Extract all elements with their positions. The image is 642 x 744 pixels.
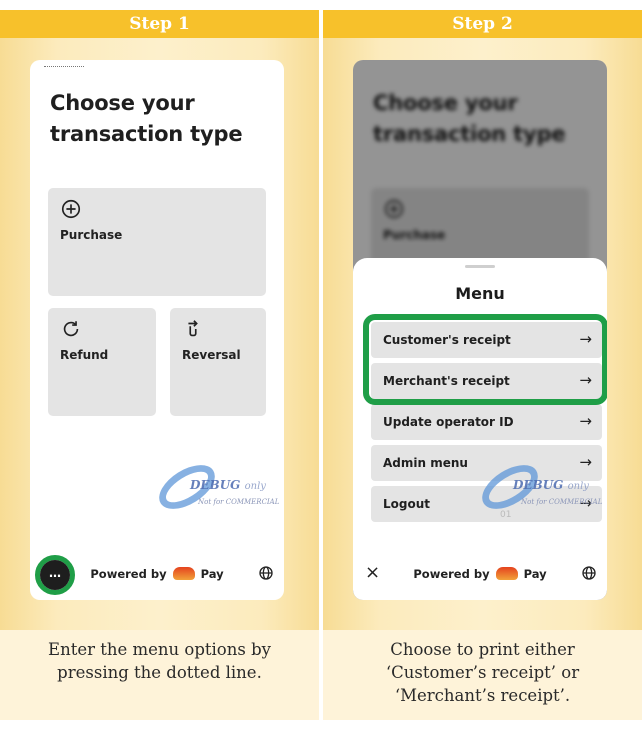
tile-refund[interactable]: Refund [48,308,156,416]
refresh-icon [63,321,79,337]
step-2-header: Step 2 [323,10,642,38]
powered-by: Powered by Pay [353,567,607,581]
debug-watermark-sub: Not for COMMERCIAL [521,498,603,506]
powered-by-prefix: Powered by [90,567,167,581]
page-title-line-1: Choose your [50,91,195,115]
debug-watermark: DEBUG only Not for COMMERCIAL [151,456,284,524]
tile-refund-label: Refund [60,348,109,362]
globe-icon[interactable] [581,565,597,581]
step-1-caption-area: Enter the menu options by pressing the d… [0,630,319,720]
debug-watermark-word: DEBUG [513,478,564,492]
step-1-caption: Enter the menu options by pressing the d… [48,640,271,682]
step-2-screenshot-area: Choose your transaction type Purchase Me… [323,38,642,630]
globe-icon[interactable] [258,565,274,581]
highlight-box [363,314,607,405]
page-title: Choose your transaction type [50,88,243,150]
powered-by: Powered by Pay [30,567,284,581]
status-bar [44,66,84,69]
menu-item-update-operator-id[interactable]: Update operator ID → [371,404,602,440]
debug-watermark-sub: Not for COMMERCIAL [198,498,280,506]
step-2-caption-line-3: ‘Merchant’s receipt’. [394,686,571,705]
step-2-caption-line-1: Choose to print either [390,640,575,659]
pay-logo-icon [172,567,195,580]
menu-item-label: Update operator ID [383,415,514,429]
reversal-icon [188,320,198,337]
arrow-right-icon: → [579,412,592,430]
tile-reversal[interactable]: Reversal [170,308,266,416]
screen-footer: × Powered by Pay [353,550,607,600]
menu-item-label: Admin menu [383,456,468,470]
step-1-screenshot-area: Choose your transaction type Purchase Re… [0,38,319,630]
step-1-header: Step 1 [0,10,319,38]
debug-watermark-suffix: only [567,481,589,492]
menu-item-label: Logout [383,497,431,511]
debug-watermark-text: DEBUG only [513,478,589,492]
phone-screen-step-1: Choose your transaction type Purchase Re… [30,60,284,600]
step-1-panel: Step 1 Choose your transaction type Purc… [0,0,319,744]
step-2-caption-line-2: ‘Customer’s receipt’ or [385,663,580,682]
debug-watermark-text: DEBUG only [190,478,266,492]
screen-footer: … Powered by Pay [30,550,284,600]
debug-watermark-word: DEBUG [190,478,241,492]
step-2-panel: Step 2 Choose your transaction type Purc… [323,0,642,744]
sheet-drag-handle[interactable] [465,265,495,268]
tile-purchase[interactable]: Purchase [48,188,266,296]
phone-screen-step-2: Choose your transaction type Purchase Me… [353,60,607,600]
debug-watermark-suffix: only [244,481,266,492]
tile-purchase-label: Purchase [60,228,123,242]
plus-circle-icon [61,199,81,219]
debug-watermark: DEBUG only Not for COMMERCIAL [474,456,607,524]
step-2-caption-area: Choose to print either ‘Customer’s recei… [323,630,642,720]
powered-by-suffix: Pay [200,567,224,581]
pay-logo-icon [495,567,518,580]
tile-reversal-label: Reversal [182,348,241,362]
page-title-line-2: transaction type [50,122,243,146]
powered-by-suffix: Pay [523,567,547,581]
menu-title: Menu [455,284,505,303]
step-2-caption: Choose to print either ‘Customer’s recei… [333,638,632,707]
menu-bottom-sheet: Menu Customer's receipt → Merchant's rec… [353,258,607,600]
powered-by-prefix: Powered by [413,567,490,581]
